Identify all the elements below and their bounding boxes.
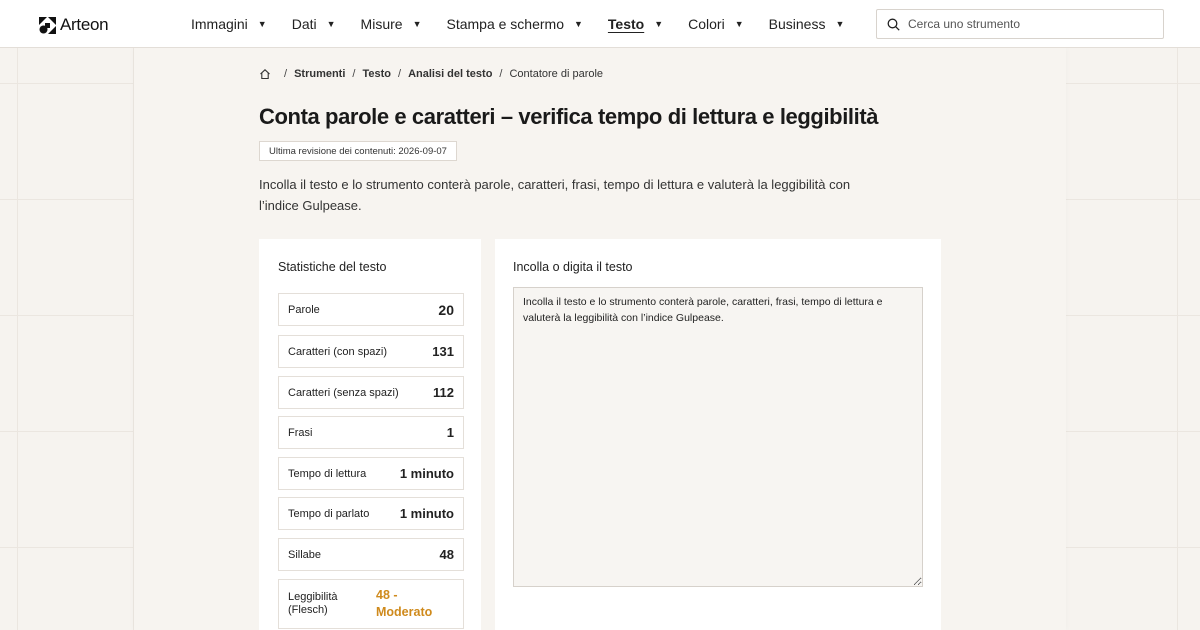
stat-row-frasi: Frasi 1 [278, 416, 464, 449]
brand-name: Arteon [60, 15, 109, 34]
page-title: Conta parole e caratteri – verifica temp… [259, 104, 879, 129]
nav-item-misure[interactable]: Misure ▼ [361, 0, 422, 48]
breadcrumb-testo[interactable]: Testo [362, 68, 391, 80]
nav-item-colori[interactable]: Colori ▼ [688, 0, 744, 48]
caret-down-icon: ▼ [734, 19, 744, 29]
stat-row-leggibilita: Leggibilità (Flesch) 48 - Moderato [278, 579, 464, 629]
breadcrumb-analisi-del-testo[interactable]: Analisi del testo [408, 68, 492, 80]
breadcrumb: / Strumenti / Testo / Analisi del testo … [259, 68, 603, 80]
stat-row-parole: Parole 20 [278, 293, 464, 326]
brand-logo[interactable]: Arteon [39, 15, 109, 35]
breadcrumb-separator: / [398, 68, 402, 80]
stat-row-tempo-di-lettura: Tempo di lettura 1 minuto [278, 457, 464, 490]
breadcrumb-separator: / [352, 68, 356, 80]
stat-row-tempo-di-parlato: Tempo di parlato 1 minuto [278, 497, 464, 530]
breadcrumb-separator: / [499, 68, 503, 80]
nav-item-testo[interactable]: Testo ▼ [608, 0, 663, 48]
stats-title: Statistiche del testo [278, 260, 387, 274]
breadcrumb-current: Contatore di parole [509, 68, 604, 80]
caret-down-icon: ▼ [654, 19, 664, 29]
nav-item-dati[interactable]: Dati ▼ [292, 0, 336, 48]
stat-row-sillabe: Sillabe 48 [278, 538, 464, 571]
logo-icon [39, 16, 56, 34]
search-icon [887, 18, 900, 31]
caret-down-icon: ▼ [412, 19, 422, 29]
stat-row-caratteri-con-spazi: Caratteri (con spazi) 131 [278, 335, 464, 368]
stat-row-caratteri-senza-spazi: Caratteri (senza spazi) 112 [278, 376, 464, 409]
breadcrumb-strumenti[interactable]: Strumenti [294, 68, 345, 80]
nav-item-stampa-e-schermo[interactable]: Stampa e schermo ▼ [446, 0, 582, 48]
search-box[interactable] [876, 9, 1164, 39]
caret-down-icon: ▼ [257, 19, 267, 29]
breadcrumb-separator: / [284, 68, 288, 80]
search-input[interactable] [908, 17, 1148, 31]
nav-item-business[interactable]: Business ▼ [769, 0, 845, 48]
main-panel: / Strumenti / Testo / Analisi del testo … [134, 48, 1066, 630]
caret-down-icon: ▼ [326, 19, 336, 29]
home-icon[interactable] [259, 68, 271, 80]
text-input-card: Incolla o digita il testo Incolla il tes… [495, 239, 941, 630]
nav-item-immagini[interactable]: Immagini ▼ [191, 0, 267, 48]
caret-down-icon: ▼ [573, 19, 583, 29]
readability-score: 48 - Moderato [376, 588, 433, 619]
caret-down-icon: ▼ [835, 19, 845, 29]
main-nav: Immagini ▼ Dati ▼ Misure ▼ Stampa e sche… [191, 0, 869, 48]
revision-badge: Ultima revisione dei contenuti: 2026-09-… [259, 141, 457, 161]
top-header: Arteon Immagini ▼ Dati ▼ Misure ▼ Stampa… [0, 0, 1200, 48]
text-input[interactable]: Incolla il testo e lo strumento conterà … [513, 287, 923, 587]
stats-card: Statistiche del testo Parole 20 Caratter… [259, 239, 481, 630]
intro-text: Incolla il testo e lo strumento conterà … [259, 177, 851, 213]
text-input-title: Incolla o digita il testo [513, 260, 633, 274]
